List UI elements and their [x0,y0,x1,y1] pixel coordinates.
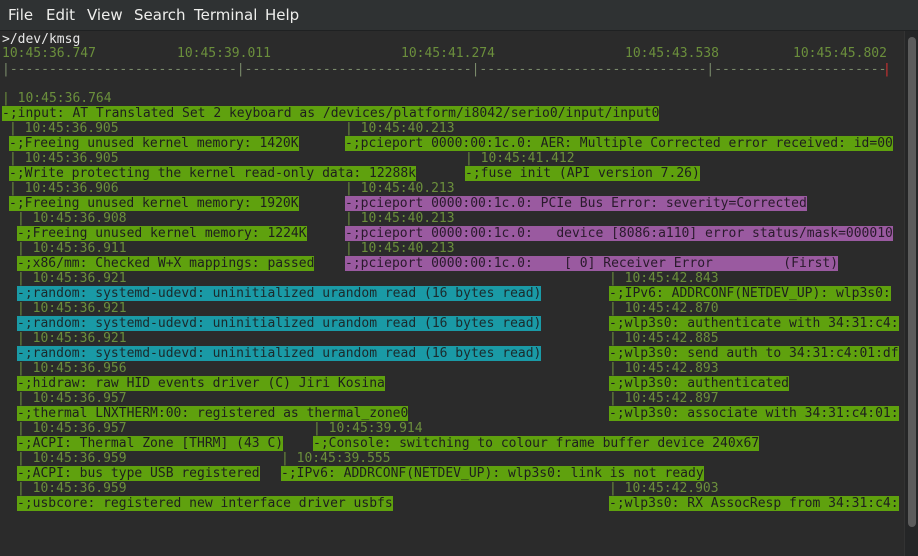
log-timestamp: | 10:45:36.911 [17,241,127,256]
log-message[interactable]: -;thermal LNXTHERM:00: registered as the… [17,406,409,421]
log-timestamp: | 10:45:42.903 [609,481,719,496]
log-message[interactable]: -;wlp3s0: associate with 34:31:c4:01: [609,406,899,421]
log-timestamp: | 10:45:40.213 [345,181,455,196]
log-timestamp: | 10:45:42.897 [609,391,719,406]
log-timestamp: | 10:45:40.213 [345,211,455,226]
log-message[interactable]: -;pcieport 0000:00:1c.0: [ 0] Receiver E… [345,256,839,271]
log-message[interactable]: -;x86/mm: Checked W+X mappings: passed [17,256,315,271]
log-timestamp: | 10:45:42.893 [609,361,719,376]
log-timestamp: | 10:45:40.213 [345,121,455,136]
axis-time: 10:45:41.274 [401,46,495,61]
log-message[interactable]: -;IPv6: ADDRCONF(NETDEV_UP): wlp3s0: lin… [281,466,704,481]
log-message[interactable]: -;Write protecting the kernel read-only … [9,166,416,181]
menu-file[interactable]: File [8,6,33,24]
path-header: >/dev/kmsg [2,32,81,47]
log-message[interactable]: -;input: AT Translated Set 2 keyboard as… [2,106,660,121]
terminal-area[interactable]: >/dev/kmsg 10:45:36.747 10:45:39.011 10:… [0,31,904,556]
log-timestamp: | 10:45:36.908 [17,211,127,226]
scrollbar-thumb[interactable] [908,37,916,527]
log-message[interactable]: -;Freeing unused kernel memory: 1224K [17,226,307,241]
log-message[interactable]: -;wlp3s0: RX AssocResp from 34:31:c4: [609,496,899,511]
menu-help[interactable]: Help [265,6,299,24]
now-marker: | [883,62,891,77]
log-timestamp: | 10:45:36.957 [17,391,127,406]
log-message[interactable]: -;Freeing unused kernel memory: 1420K [9,136,299,151]
log-message[interactable]: -;wlp3s0: authenticated [609,376,790,391]
log-message[interactable]: -;pcieport 0000:00:1c.0: device [8086:a1… [345,226,893,241]
log-timestamp: | 10:45:36.959 [17,481,127,496]
log-timestamp: | 10:45:36.905 [9,151,119,166]
log-message[interactable]: -;Console: switching to colour frame buf… [313,436,760,451]
log-timestamp: | 10:45:36.957 [17,421,127,436]
log-timestamp: | 10:45:40.213 [345,241,455,256]
axis-time: 10:45:39.011 [177,46,271,61]
menu-search[interactable]: Search [134,6,186,24]
log-timestamp: | 10:45:36.921 [17,331,127,346]
scrollbar[interactable] [904,31,918,556]
log-timestamp: | 10:45:41.412 [465,151,575,166]
axis-time: 10:45:43.538 [625,46,719,61]
log-message[interactable]: -;usbcore: registered new interface driv… [17,496,393,511]
log-message[interactable]: -;pcieport 0000:00:1c.0: AER: Multiple C… [345,136,893,151]
log-timestamp: | 10:45:36.921 [17,301,127,316]
log-message[interactable]: -;hidraw: raw HID events driver (C) Jiri… [17,376,385,391]
log-message[interactable]: -;fuse init (API version 7.26) [465,166,700,181]
log-timestamp: | 10:45:36.921 [17,271,127,286]
log-timestamp: | 10:45:42.843 [609,271,719,286]
log-timestamp: | 10:45:39.555 [281,451,391,466]
log-timestamp: | 10:45:36.906 [9,181,119,196]
log-message[interactable]: -;ACPI: Thermal Zone [THRM] (43 C) [17,436,284,451]
menu-view[interactable]: View [87,6,123,24]
log-timestamp: | 10:45:36.959 [17,451,127,466]
log-message[interactable]: -;Freeing unused kernel memory: 1920K [9,196,299,211]
log-message[interactable]: -;ACPI: bus type USB registered [17,466,260,481]
log-timestamp: | 10:45:39.914 [313,421,423,436]
log-message[interactable]: -;wlp3s0: send auth to 34:31:c4:01:df [609,346,899,361]
log-message[interactable]: -;IPv6: ADDRCONF(NETDEV_UP): wlp3s0: [609,286,891,301]
log-timestamp: | 10:45:36.956 [17,361,127,376]
log-message[interactable]: -;random: systemd-udevd: uninitialized u… [17,316,542,331]
log-timestamp: | 10:45:36.905 [9,121,119,136]
log-timestamp: | 10:45:42.885 [609,331,719,346]
log-message[interactable]: -;wlp3s0: authenticate with 34:31:c4: [609,316,899,331]
time-ruler: |-----------------------------|---------… [2,62,886,77]
menu-bar: File Edit View Search Terminal Help [0,0,918,31]
log-timestamp: | 10:45:42.870 [609,301,719,316]
log-message[interactable]: -;random: systemd-udevd: uninitialized u… [17,346,542,361]
menu-edit[interactable]: Edit [46,6,75,24]
axis-time: 10:45:45.802 [793,46,887,61]
axis-time: 10:45:36.747 [2,46,96,61]
log-message[interactable]: -;pcieport 0000:00:1c.0: PCIe Bus Error:… [345,196,807,211]
log-message[interactable]: -;random: systemd-udevd: uninitialized u… [17,286,542,301]
log-timestamp: | 10:45:36.764 [2,91,112,106]
menu-terminal[interactable]: Terminal [194,6,257,24]
